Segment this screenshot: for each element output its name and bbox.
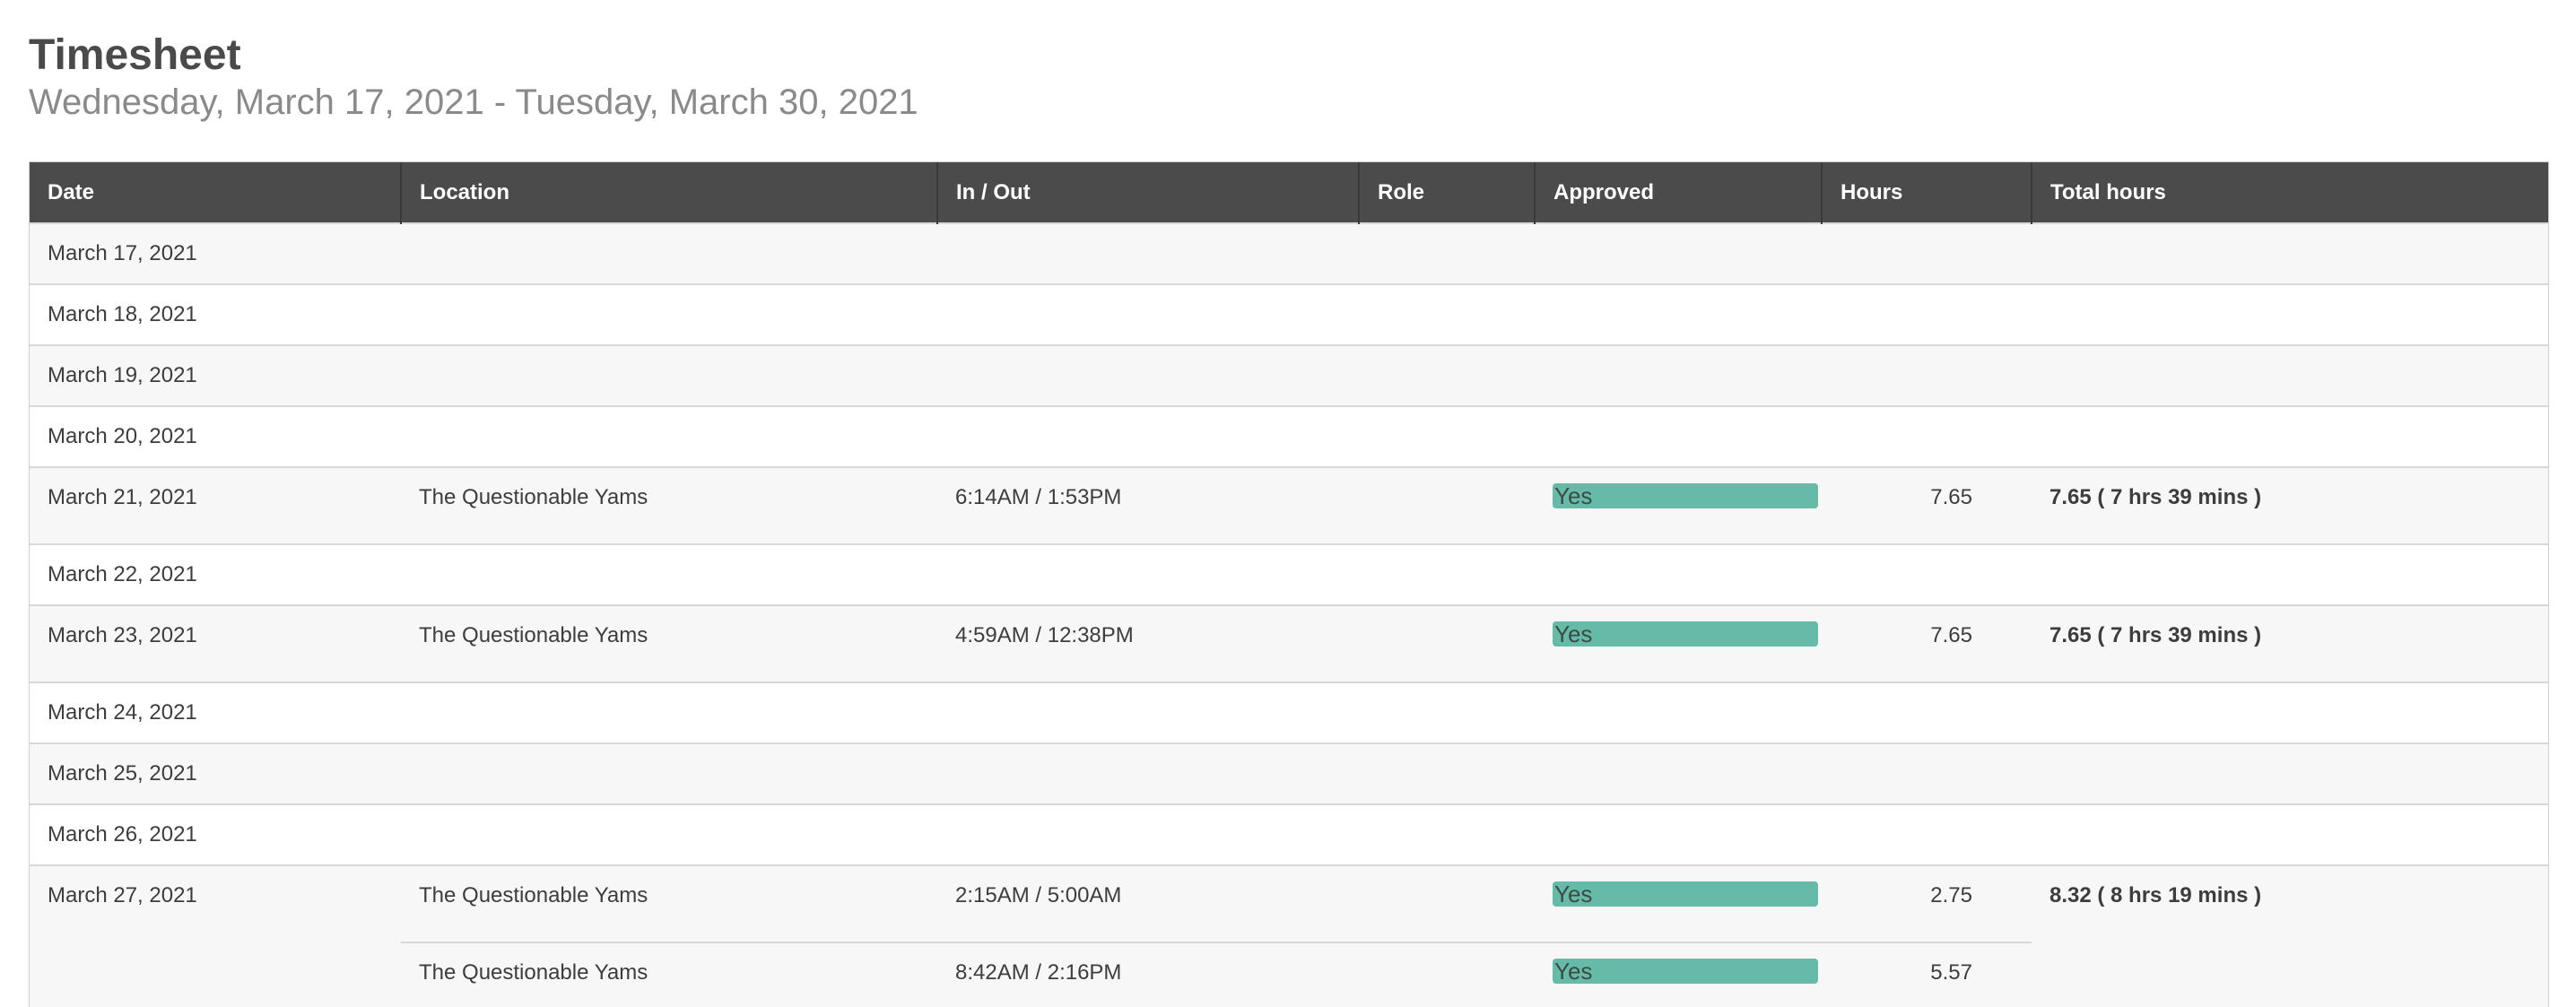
hours-cell: 2.75 xyxy=(1822,864,2032,942)
location-cell: The Questionable Yams xyxy=(401,604,937,682)
column-header-in-out[interactable]: In / Out xyxy=(936,162,1359,223)
table-row: March 18, 2021 xyxy=(30,283,2548,345)
date-cell: March 23, 2021 xyxy=(30,604,401,682)
location-cell: The Questionable Yams xyxy=(401,942,937,1007)
date-cell: March 19, 2021 xyxy=(30,344,401,406)
approved-status-badge[interactable]: Yes xyxy=(1553,482,1818,508)
approved-cell: Yes xyxy=(1535,604,1822,682)
total-hours-cell: 8.32 ( 8 hrs 19 mins ) xyxy=(2032,864,2548,942)
table-row: March 22, 2021 xyxy=(30,543,2548,605)
date-cell: March 20, 2021 xyxy=(30,405,401,467)
date-cell: March 24, 2021 xyxy=(30,681,401,743)
table-row-shift: The Questionable Yams 8:42AM / 2:16PM Ye… xyxy=(30,942,2548,1007)
approved-status-badge[interactable]: Yes xyxy=(1553,621,1818,647)
table-row: March 24, 2021 xyxy=(30,681,2548,743)
in-out-cell: 4:59AM / 12:38PM xyxy=(937,604,1359,682)
table-row: March 27, 2021 The Questionable Yams 2:1… xyxy=(30,864,2548,942)
approved-cell: Yes xyxy=(1535,466,1822,544)
table-row: March 23, 2021 The Questionable Yams 4:5… xyxy=(30,604,2548,682)
column-header-location[interactable]: Location xyxy=(400,162,937,223)
approved-cell: Yes xyxy=(1535,864,1822,942)
column-header-hours[interactable]: Hours xyxy=(1821,162,2032,223)
date-cell: March 18, 2021 xyxy=(30,283,401,345)
approved-status-badge[interactable]: Yes xyxy=(1553,881,1818,907)
date-cell: March 26, 2021 xyxy=(30,803,401,865)
column-header-date[interactable]: Date xyxy=(30,162,401,223)
role-cell xyxy=(1359,864,1535,942)
location-cell: The Questionable Yams xyxy=(401,466,937,544)
role-cell xyxy=(1359,942,1535,1007)
column-header-approved[interactable]: Approved xyxy=(1534,162,1822,223)
approved-cell: Yes xyxy=(1535,942,1822,1007)
in-out-cell: 6:14AM / 1:53PM xyxy=(937,466,1359,544)
date-cell: March 25, 2021 xyxy=(30,742,401,804)
in-out-cell: 8:42AM / 2:16PM xyxy=(937,942,1359,1007)
table-row: March 21, 2021 The Questionable Yams 6:1… xyxy=(30,466,2548,544)
in-out-cell: 2:15AM / 5:00AM xyxy=(937,864,1359,942)
approved-status-badge[interactable]: Yes xyxy=(1553,958,1818,984)
table-row: March 19, 2021 xyxy=(30,344,2548,406)
hours-cell: 5.57 xyxy=(1822,942,2032,1007)
date-cell: March 21, 2021 xyxy=(30,466,401,544)
role-cell xyxy=(1359,604,1535,682)
table-header-row: Date Location In / Out Role Approved Hou… xyxy=(30,162,2548,223)
hours-cell: 7.65 xyxy=(1822,604,2032,682)
date-cell: March 22, 2021 xyxy=(30,543,401,605)
hours-cell: 7.65 xyxy=(1822,466,2032,544)
location-cell: The Questionable Yams xyxy=(401,864,937,942)
table-row: March 25, 2021 xyxy=(30,742,2548,804)
table-row: March 20, 2021 xyxy=(30,405,2548,467)
column-header-role[interactable]: Role xyxy=(1358,162,1535,223)
date-cell: March 27, 2021 xyxy=(30,864,401,942)
column-header-total-hours[interactable]: Total hours xyxy=(2031,162,2548,223)
date-cell: March 17, 2021 xyxy=(30,222,401,284)
role-cell xyxy=(1359,466,1535,544)
table-row: March 17, 2021 xyxy=(30,222,2548,284)
total-hours-cell: 7.65 ( 7 hrs 39 mins ) xyxy=(2032,466,2548,544)
timesheet-table: Date Location In / Out Role Approved Hou… xyxy=(29,161,2549,1007)
date-range-subtitle: Wednesday, March 17, 2021 - Tuesday, Mar… xyxy=(29,82,918,122)
table-row: March 26, 2021 xyxy=(30,803,2548,865)
total-hours-cell: 7.65 ( 7 hrs 39 mins ) xyxy=(2032,604,2548,682)
